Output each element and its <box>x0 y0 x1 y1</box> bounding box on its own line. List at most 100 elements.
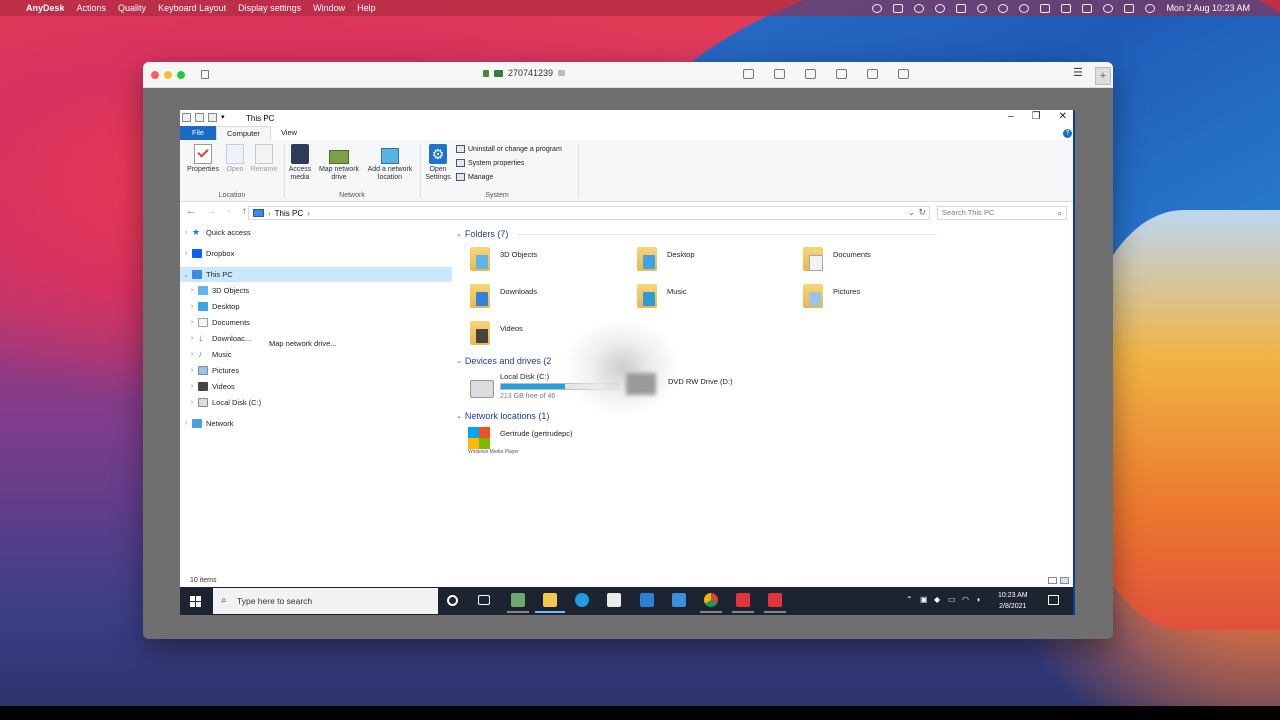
manage-button[interactable]: Manage <box>456 173 493 181</box>
minimize-icon[interactable]: – <box>1008 111 1014 122</box>
menu-help[interactable]: Help <box>351 0 382 16</box>
expand-chevron-icon[interactable]: › <box>186 319 198 326</box>
spotlight-search-icon[interactable] <box>1103 3 1114 13</box>
zoom-window-button[interactable] <box>177 71 185 79</box>
help-icon[interactable]: ? <box>1063 129 1072 138</box>
collapse-chevron-icon[interactable]: ⌄ <box>180 271 192 279</box>
expand-chevron-icon[interactable]: › <box>186 383 198 390</box>
window-mode-icon[interactable] <box>898 69 909 79</box>
nav-item-pictures[interactable]: › Pictures <box>180 363 452 378</box>
address-dropdown-icon[interactable]: ⌄ <box>908 208 915 217</box>
folder-item-downloads[interactable]: Downloads <box>456 282 606 316</box>
expand-chevron-icon[interactable]: › <box>180 229 192 236</box>
hamburger-menu-icon[interactable]: ☰ <box>1073 68 1083 79</box>
tray-app-icon[interactable]: ▣ <box>920 595 928 604</box>
forward-arrow-icon[interactable]: → <box>206 206 216 217</box>
network-locations-group-header[interactable]: ⌄ Network locations (1) <box>456 411 549 421</box>
edge-browser-icon[interactable] <box>575 593 589 607</box>
collapse-chevron-icon[interactable]: ⌄ <box>456 412 462 420</box>
expand-chevron-icon[interactable]: › <box>186 351 198 358</box>
up-arrow-icon[interactable]: ↑ <box>242 206 247 217</box>
siri-icon[interactable] <box>1145 3 1156 13</box>
file-transfer-icon[interactable] <box>743 69 754 79</box>
screen-share-icon[interactable] <box>893 3 904 13</box>
battery-icon[interactable]: ▭ <box>948 595 956 604</box>
back-arrow-icon[interactable]: ← <box>186 206 196 217</box>
close-icon[interactable]: ✕ <box>1059 111 1067 122</box>
nav-item-3d-objects[interactable]: › 3D Objects <box>180 283 452 298</box>
expand-chevron-icon[interactable]: › <box>186 287 198 294</box>
map-network-drive-button[interactable]: Map network drive <box>316 144 362 182</box>
collapse-chevron-icon[interactable]: ⌄ <box>456 230 462 238</box>
control-center-icon[interactable] <box>1124 3 1135 13</box>
user-icon[interactable] <box>977 3 988 13</box>
dropbox-tray-icon[interactable]: ◆ <box>934 595 942 604</box>
show-hidden-icons-chevron-icon[interactable]: ⌃ <box>906 595 914 604</box>
expand-chevron-icon[interactable]: › <box>186 367 198 374</box>
network-item-gertrude[interactable]: Windows Media Player Gertrude (gertrudep… <box>456 427 626 457</box>
recent-locations-icon[interactable]: ⌄ <box>226 206 232 217</box>
anydesk-app-icon[interactable] <box>732 593 754 613</box>
keyboard-toggle-icon[interactable] <box>867 69 878 79</box>
menu-quality[interactable]: Quality <box>112 0 152 16</box>
bluetooth-icon[interactable] <box>1061 3 1072 13</box>
taskbar-clock[interactable]: 10:23 AM 2/8/2021 <box>998 590 1028 612</box>
drive-item-dvd-d[interactable]: DVD RW Drive (D:) <box>668 377 808 397</box>
menu-app-name[interactable]: AnyDesk <box>20 0 71 16</box>
system-properties-button[interactable]: System properties <box>456 159 524 167</box>
folder-item-music[interactable]: Music <box>623 282 773 316</box>
new-tab-button[interactable]: + <box>1095 67 1111 85</box>
breadcrumb-this-pc[interactable]: This PC <box>275 209 303 218</box>
expand-chevron-icon[interactable]: › <box>186 303 198 310</box>
nav-item-this-pc[interactable]: ⌄ This PC <box>180 267 452 282</box>
open-settings-button[interactable]: ⚙ Open Settings <box>423 144 453 182</box>
anydesk-status-icon[interactable] <box>872 3 883 13</box>
microsoft-store-icon[interactable] <box>607 593 621 607</box>
expand-chevron-icon[interactable]: › <box>180 420 192 427</box>
taskbar-search-box[interactable]: ⌕ Type here to search <box>213 588 438 614</box>
large-icons-view-icon[interactable] <box>1060 577 1069 584</box>
add-network-location-button[interactable]: Add a network location <box>364 144 416 182</box>
network-tray-icon[interactable]: ◠ <box>962 595 970 604</box>
menu-actions[interactable]: Actions <box>71 0 113 16</box>
cloud-upload-icon[interactable] <box>914 3 925 13</box>
breadcrumb-chevron-icon[interactable]: › <box>307 209 310 218</box>
details-view-icon[interactable] <box>1048 577 1057 584</box>
menu-window[interactable]: Window <box>307 0 351 16</box>
collapse-chevron-icon[interactable]: ⌄ <box>456 357 462 365</box>
folder-item-desktop[interactable]: Desktop <box>623 245 773 279</box>
minimize-window-button[interactable] <box>164 71 172 79</box>
menubar-clock[interactable]: Mon 2 Aug 10:23 AM <box>1166 3 1250 13</box>
nav-item-downloads[interactable]: › ↓ Downloac... <box>180 331 266 346</box>
volume-icon[interactable] <box>1040 3 1051 13</box>
open-button[interactable]: Open <box>224 144 246 174</box>
mail-icon[interactable] <box>672 593 686 607</box>
task-view-icon[interactable] <box>478 595 490 605</box>
folder-item-3d-objects[interactable]: 3D Objects <box>456 245 606 279</box>
devices-group-header[interactable]: ⌄ Devices and drives (2 <box>456 356 551 366</box>
volume-tray-icon[interactable]: ◖ <box>976 595 984 604</box>
rename-button[interactable]: Rename <box>249 144 279 174</box>
nav-item-documents[interactable]: › Documents <box>180 315 452 330</box>
properties-qat-icon[interactable] <box>195 113 204 122</box>
wifi-icon[interactable] <box>1082 3 1093 13</box>
tab-view[interactable]: View <box>271 126 307 140</box>
expand-chevron-icon[interactable]: › <box>180 250 192 257</box>
expand-chevron-icon[interactable]: › <box>186 335 198 342</box>
nav-item-music[interactable]: › ♪ Music <box>180 347 452 362</box>
access-media-button[interactable]: Access media <box>286 144 314 182</box>
remote-desktop-icon[interactable] <box>640 593 654 607</box>
menu-keyboard-layout[interactable]: Keyboard Layout <box>152 0 232 16</box>
new-folder-qat-icon[interactable] <box>208 113 217 122</box>
creative-cloud-icon[interactable] <box>935 3 946 13</box>
folder-item-pictures[interactable]: Pictures <box>789 282 939 316</box>
refresh-icon[interactable]: ↻ <box>918 207 926 218</box>
close-window-button[interactable] <box>151 71 159 79</box>
expand-chevron-icon[interactable]: › <box>186 399 198 406</box>
nav-item-network[interactable]: › Network <box>180 416 452 431</box>
menu-display-settings[interactable]: Display settings <box>232 0 307 16</box>
nav-item-quick-access[interactable]: › ★ Quick access <box>180 225 452 240</box>
nav-item-dropbox[interactable]: › Dropbox <box>180 246 452 261</box>
cortana-icon[interactable] <box>447 595 458 606</box>
breadcrumb-chevron-icon[interactable]: › <box>268 209 271 218</box>
